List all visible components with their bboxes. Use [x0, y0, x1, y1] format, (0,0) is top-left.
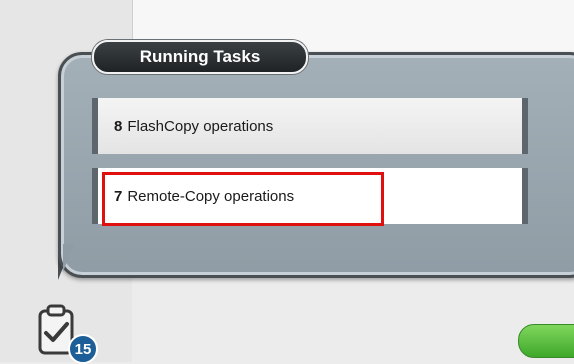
highlight-annotation — [102, 172, 384, 226]
popover-tail-inner — [63, 244, 74, 272]
task-count: 8 — [114, 117, 123, 135]
task-row-flashcopy[interactable]: 8 FlashCopy operations — [92, 98, 528, 154]
status-indicator — [518, 324, 574, 358]
popover-title: Running Tasks — [92, 40, 308, 74]
tasks-count-badge[interactable]: 15 — [68, 334, 98, 364]
running-tasks-popover — [58, 52, 574, 278]
task-label: FlashCopy operations — [127, 117, 274, 135]
